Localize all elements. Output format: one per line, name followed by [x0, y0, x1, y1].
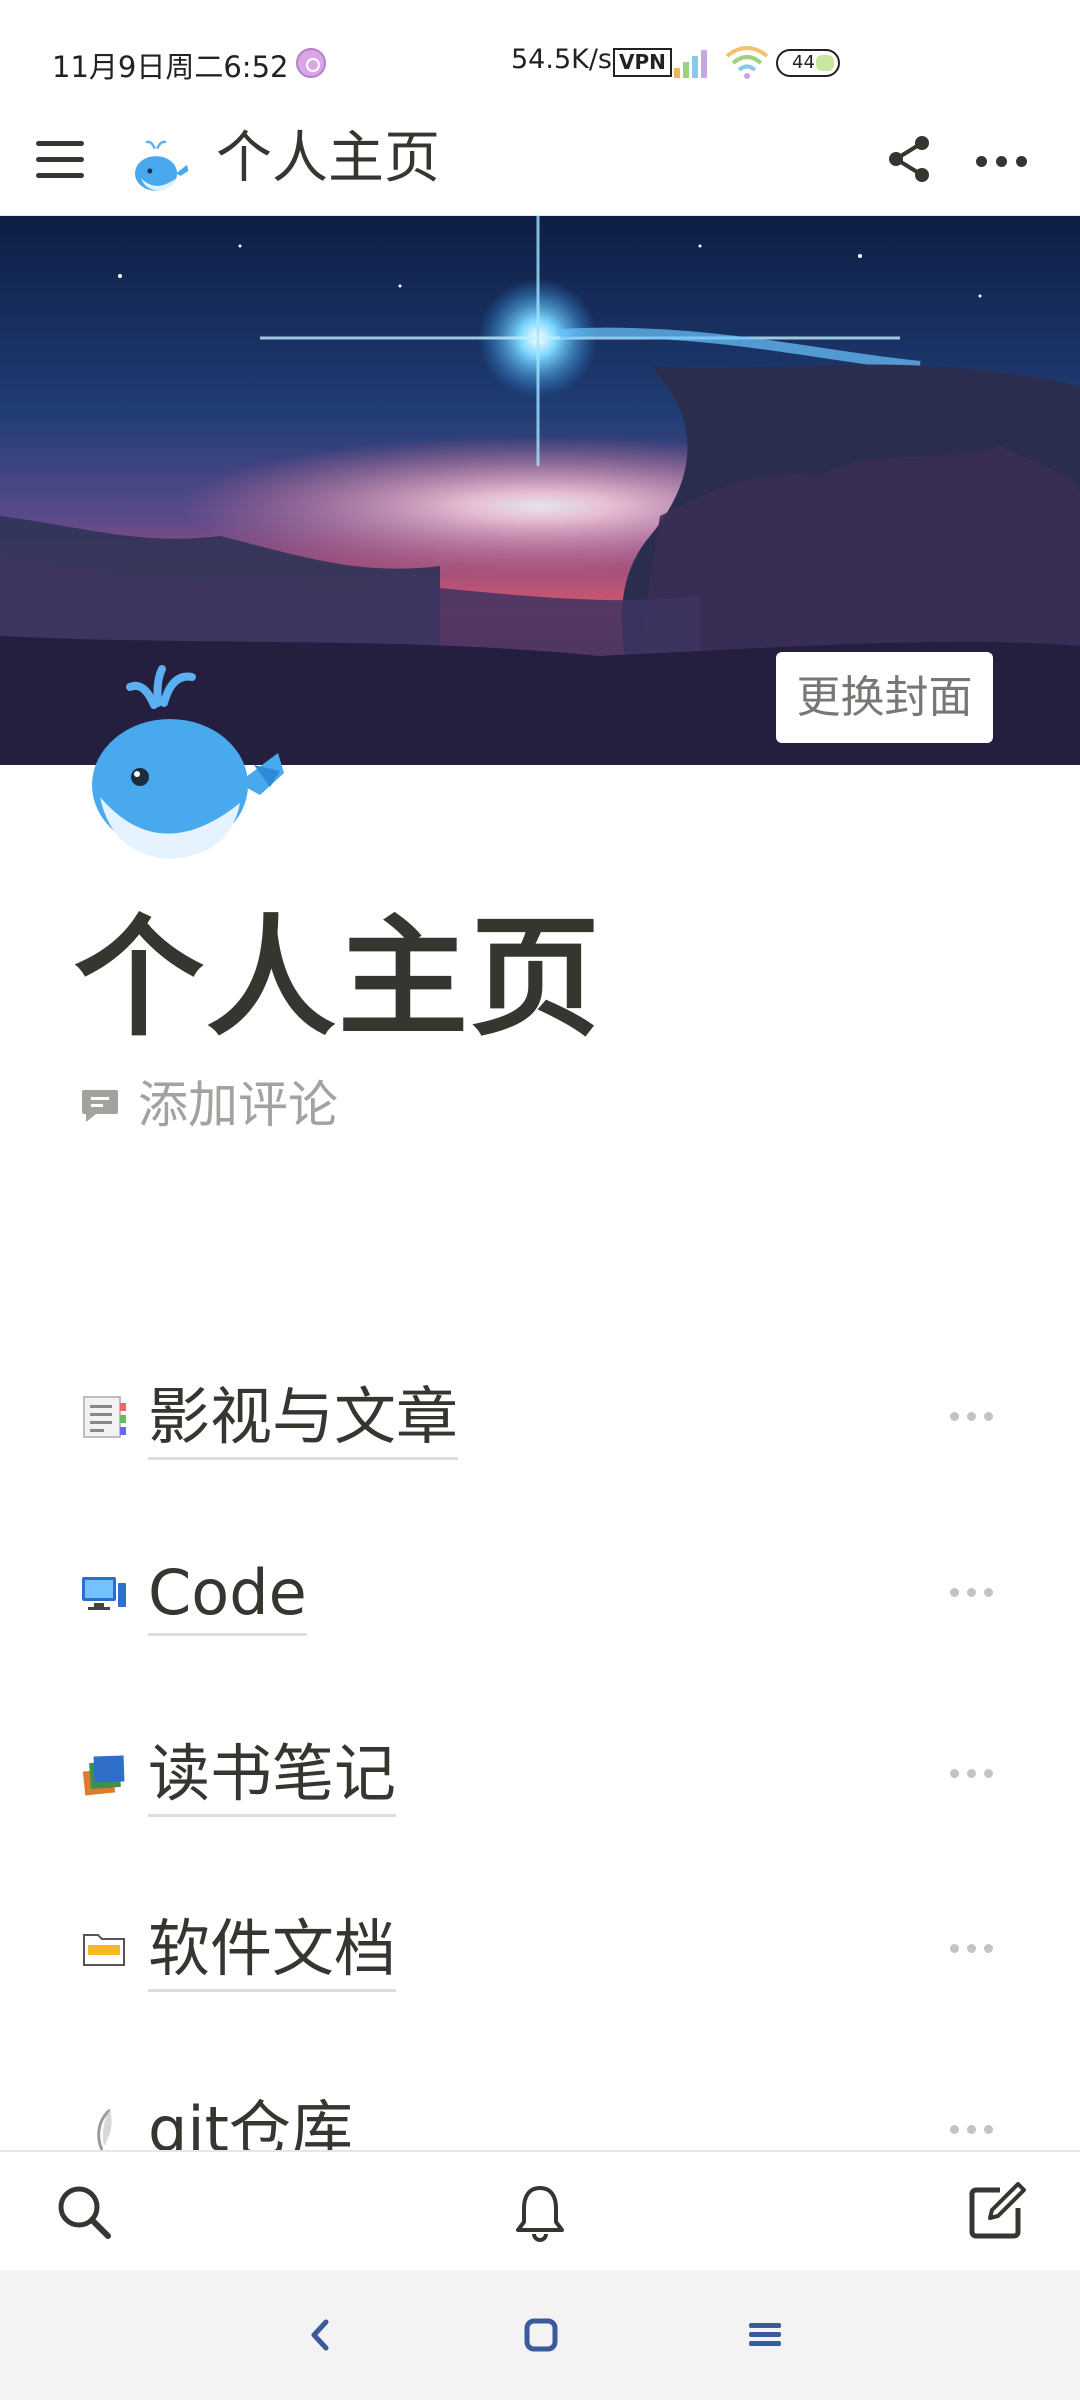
page-icon-whale[interactable] [78, 655, 288, 865]
battery-icon: 44 [776, 49, 840, 77]
share-icon[interactable] [880, 129, 940, 189]
wifi-icon [725, 46, 769, 79]
list-item[interactable]: 读书笔记 [0, 1714, 1080, 1834]
more-options-icon[interactable] [948, 1583, 996, 1603]
list-item-label: 读书笔记 [148, 1734, 397, 1817]
desktop-computer-icon [82, 1577, 126, 1610]
more-options-icon[interactable] [948, 1764, 996, 1784]
vpn-badge: VPN [613, 48, 672, 77]
more-options-icon[interactable] [948, 2120, 996, 2140]
add-comment-label: 添加评论 [138, 1076, 338, 1134]
books-icon [82, 1755, 125, 1796]
document-icon [83, 1396, 126, 1438]
list-item[interactable]: Code [0, 1533, 1080, 1653]
folder-icon [83, 1934, 125, 1966]
page-title[interactable]: 个人主页 [74, 898, 602, 1058]
more-options-icon[interactable] [948, 1939, 996, 1959]
battery-level: 44 [792, 52, 815, 73]
status-bar: 11月9日周二6:52 54.5K/s VPN 44 [0, 0, 1080, 105]
bottom-toolbar [0, 2150, 1080, 2272]
list-item-label: 软件文档 [148, 1909, 397, 1992]
list-item-label: Code [148, 1553, 307, 1636]
list-item[interactable]: 软件文档 [0, 1889, 1080, 2009]
system-navigation-bar [0, 2270, 1080, 2400]
bell-icon[interactable] [508, 2180, 572, 2244]
list-item-label: git仓库 [148, 2090, 353, 2150]
list-item-label: 影视与文章 [148, 1377, 459, 1460]
more-options-icon[interactable] [948, 1407, 996, 1427]
hamburger-menu-icon[interactable] [34, 133, 86, 185]
feather-icon [97, 2108, 112, 2150]
back-icon[interactable] [298, 2312, 344, 2358]
home-icon[interactable] [518, 2312, 564, 2358]
recents-icon[interactable] [742, 2312, 788, 2358]
change-cover-button[interactable]: 更换封面 [776, 652, 993, 743]
search-icon[interactable] [52, 2180, 116, 2244]
list-item[interactable]: git仓库 [0, 2070, 1080, 2150]
app-bar-title: 个人主页 [216, 126, 440, 191]
list-item[interactable]: 影视与文章 [0, 1357, 1080, 1477]
status-time: 11月9日周二6:52 [52, 50, 289, 84]
whale-icon [134, 140, 189, 191]
comment-icon [82, 1090, 118, 1122]
top-app-bar: 个人主页 [0, 105, 1080, 216]
network-speed: 54.5K/s [511, 44, 612, 75]
more-options-icon[interactable] [972, 129, 1032, 189]
signal-icon [674, 50, 707, 78]
alarm-icon [296, 48, 326, 78]
compose-icon[interactable] [964, 2180, 1028, 2244]
